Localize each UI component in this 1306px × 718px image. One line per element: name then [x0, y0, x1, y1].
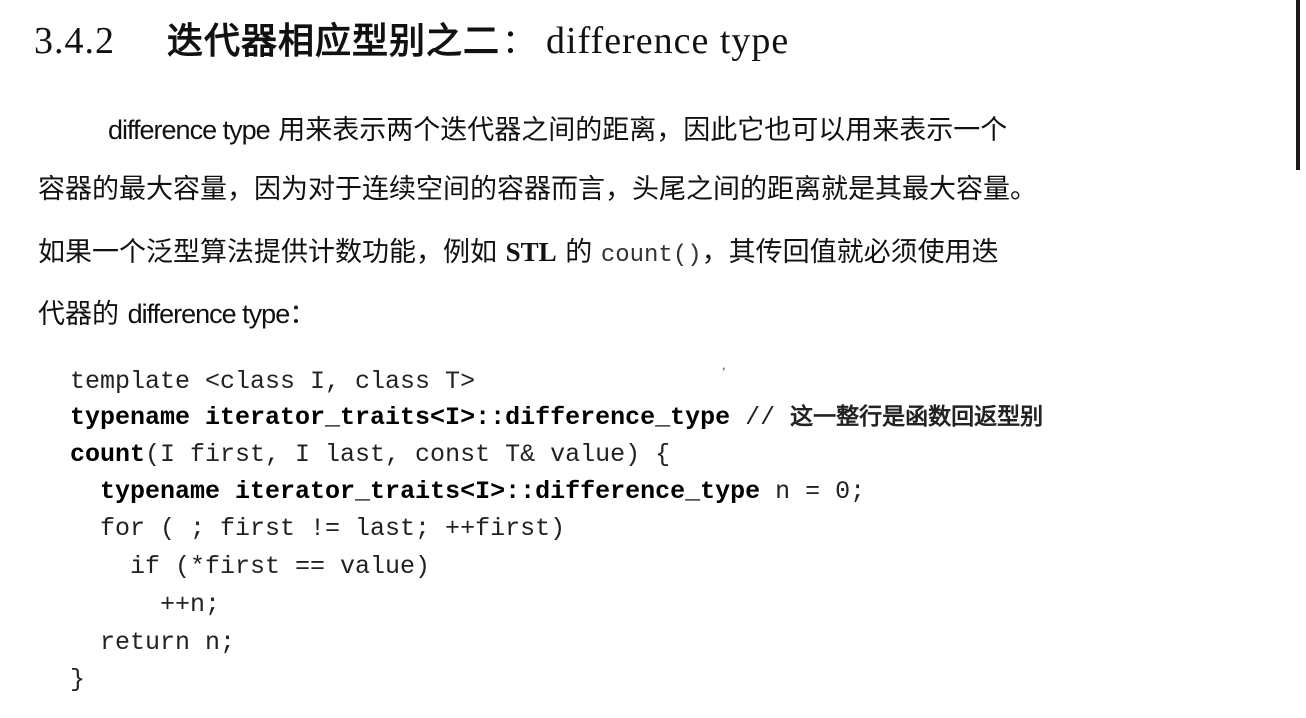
- paragraph-line-3-part-2: 的: [556, 237, 601, 268]
- code-line-4-rest: n = 0;: [760, 477, 866, 506]
- code-line-1: template <class I, class T>: [70, 367, 476, 396]
- code-line-6: if (*first == value): [70, 552, 431, 581]
- paragraph-line-3-part-1: 如果一个泛型算法提供计数功能，例如: [38, 237, 506, 268]
- paragraph-line-4-part-1: 代器的: [38, 299, 128, 330]
- code-line-2-comment: //: [730, 403, 791, 432]
- term-difference-type-2: difference type: [127, 299, 291, 329]
- paragraph-line-1: difference type 用来表示两个迭代器之间的距离，因此它也可以用来表…: [108, 114, 1306, 147]
- code-line-4-indent: [70, 477, 100, 506]
- code-line-3: count(I first, I last, const T& value) {: [70, 439, 670, 471]
- code-line-3-params: (I first, I last, const T& value) {: [145, 440, 671, 469]
- section-title-chinese: 迭代器相应型别之二: [167, 21, 501, 62]
- code-line-2: typename iterator_traits<I>::difference_…: [70, 401, 1043, 434]
- section-title-english: difference type: [546, 20, 790, 62]
- code-line-9: }: [70, 665, 86, 694]
- paragraph-line-4-part-2: ：: [289, 299, 317, 330]
- code-line-4: typename iterator_traits<I>::difference_…: [70, 476, 865, 508]
- code-line-5: for ( ; first != last; ++first): [70, 514, 566, 543]
- paragraph-line-1-text: 用来表示两个迭代器之间的距离，因此它也可以用来表示一个: [269, 115, 1008, 146]
- code-line-8: return n;: [70, 628, 236, 657]
- code-line-7: ++n;: [70, 590, 221, 619]
- section-number: 3.4.2: [34, 20, 115, 62]
- paragraph-line-3: 如果一个泛型算法提供计数功能，例如 STL 的 count()，其传回值就必须使…: [38, 236, 1238, 272]
- paragraph-line-2: 容器的最大容量，因为对于连续空间的容器而言，头尾之间的距离就是其最大容量。: [38, 174, 1037, 205]
- code-line-4-keyword: typename iterator_traits<I>::difference_…: [100, 477, 761, 506]
- term-difference-type: difference type: [108, 115, 271, 145]
- page-edge-mark: [1296, 0, 1300, 170]
- paragraph-line-3-part-3: ，其传回值就必须使用迭: [701, 237, 999, 268]
- section-title-separator: ：: [502, 22, 537, 62]
- book-page: 3.4.2 迭代器相应型别之二 ： difference type differ…: [0, 0, 1306, 718]
- inline-code-count: count(): [600, 242, 702, 269]
- paragraph-line-4: 代器的 difference type：: [38, 298, 1238, 331]
- code-line-3-function-name: count: [70, 440, 146, 469]
- section-heading: 3.4.2 迭代器相应型别之二 ： difference type: [34, 12, 789, 64]
- code-line-2-keyword: typename iterator_traits<I>::difference_…: [70, 403, 731, 432]
- term-stl: STL: [505, 237, 557, 267]
- code-line-2-comment-chinese: 这一整行是函数回返型别: [790, 404, 1044, 430]
- scan-speck: ,: [722, 358, 726, 373]
